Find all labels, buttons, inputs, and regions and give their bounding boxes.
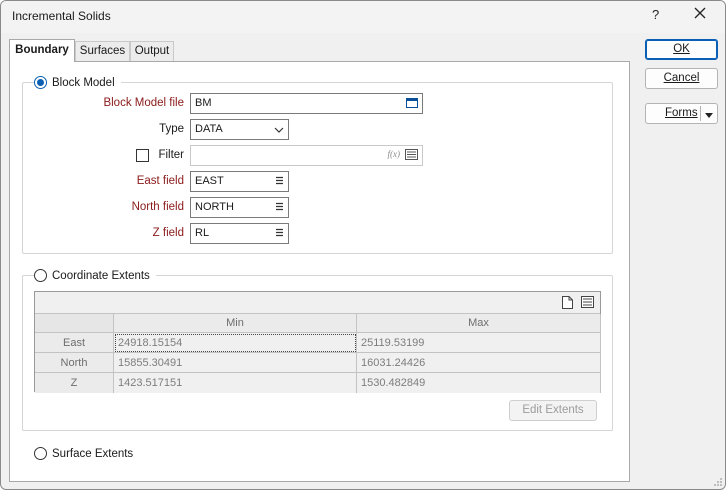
resize-grip-icon[interactable]	[713, 477, 723, 489]
grid-column-max: Max	[357, 314, 601, 333]
coordinate-extents-option[interactable]: Coordinate Extents	[34, 269, 156, 282]
tab-surfaces[interactable]: Surfaces	[75, 41, 130, 61]
tab-boundary[interactable]: Boundary	[9, 39, 75, 62]
boundary-panel: Block Model Block Model file BM Type DAT…	[9, 61, 630, 482]
title-bar: Incremental Solids ?	[1, 1, 725, 33]
grid-toolbar	[35, 292, 600, 314]
split-divider	[700, 106, 701, 121]
new-document-icon[interactable]	[562, 296, 573, 312]
window-title: Incremental Solids	[12, 9, 111, 23]
filter-checkbox[interactable]	[136, 149, 149, 162]
z-min-cell[interactable]: 1423.517151	[114, 373, 357, 393]
north-field-input[interactable]: NORTH	[190, 197, 289, 218]
edit-extents-button[interactable]: Edit Extents	[509, 400, 597, 421]
type-label: Type	[159, 123, 184, 135]
help-button[interactable]: ?	[652, 7, 659, 22]
browse-file-icon[interactable]	[406, 97, 418, 112]
east-min-cell[interactable]: 24918.15154	[114, 333, 357, 353]
grid-row-north-label: North	[35, 353, 114, 373]
tab-output[interactable]: Output	[130, 41, 174, 61]
field-picker-icon[interactable]	[275, 176, 284, 188]
z-field-value: RL	[195, 227, 210, 239]
coordinate-extents-radio[interactable]	[34, 269, 47, 282]
grid-column-min: Min	[114, 314, 357, 333]
surface-extents-radio[interactable]	[34, 447, 47, 460]
coordinate-extents-radio-label: Coordinate Extents	[52, 269, 150, 282]
north-field-label: North field	[131, 201, 184, 213]
forms-button-label: Forms	[665, 107, 698, 119]
ok-button-label: OK	[673, 43, 690, 55]
north-field-value: NORTH	[195, 201, 234, 213]
field-picker-icon[interactable]	[275, 228, 284, 240]
east-max-cell[interactable]: 25119.53199	[357, 333, 601, 353]
z-field-label: Z field	[152, 227, 184, 239]
surface-extents-radio-label: Surface Extents	[52, 447, 134, 460]
dialog-window: Incremental Solids ? Boundary Surfaces O…	[0, 0, 726, 490]
east-field-label: East field	[136, 175, 184, 187]
east-field-value: EAST	[195, 175, 224, 187]
close-icon[interactable]	[693, 6, 709, 22]
block-model-file-label: Block Model file	[103, 97, 184, 109]
filter-input[interactable]: f(x)	[190, 145, 423, 166]
grid-row-east-label: East	[35, 333, 114, 353]
list-icon[interactable]	[405, 149, 418, 163]
east-field-input[interactable]: EAST	[190, 171, 289, 192]
type-value: DATA	[195, 123, 223, 135]
function-icon[interactable]: f(x)	[388, 149, 401, 159]
block-model-radio-label: Block Model	[52, 76, 115, 89]
surface-extents-option[interactable]: Surface Extents	[34, 447, 140, 460]
z-field-input[interactable]: RL	[190, 223, 289, 244]
grid-row-z-label: Z	[35, 373, 114, 393]
list-icon[interactable]	[581, 296, 594, 311]
block-model-option[interactable]: Block Model	[34, 76, 121, 89]
dropdown-arrow-icon[interactable]	[705, 110, 713, 122]
ok-button[interactable]: OK	[645, 39, 718, 60]
filter-label: Filter	[158, 149, 184, 161]
block-model-radio[interactable]	[34, 76, 47, 89]
type-select[interactable]: DATA	[190, 119, 289, 140]
cancel-button[interactable]: Cancel	[645, 68, 718, 89]
block-model-file-input[interactable]: BM	[190, 93, 423, 114]
extents-grid: Min Max East 24918.15154 25119.53199 Nor…	[34, 291, 601, 393]
north-min-cell[interactable]: 15855.30491	[114, 353, 357, 373]
grid-corner	[35, 314, 114, 333]
cancel-button-label: Cancel	[663, 72, 700, 84]
forms-button[interactable]: Forms	[645, 103, 718, 124]
north-max-cell[interactable]: 16031.24426	[357, 353, 601, 373]
chevron-down-icon	[274, 125, 284, 137]
z-max-cell[interactable]: 1530.482849	[357, 373, 601, 393]
field-picker-icon[interactable]	[275, 202, 284, 214]
block-model-file-value: BM	[195, 97, 212, 109]
